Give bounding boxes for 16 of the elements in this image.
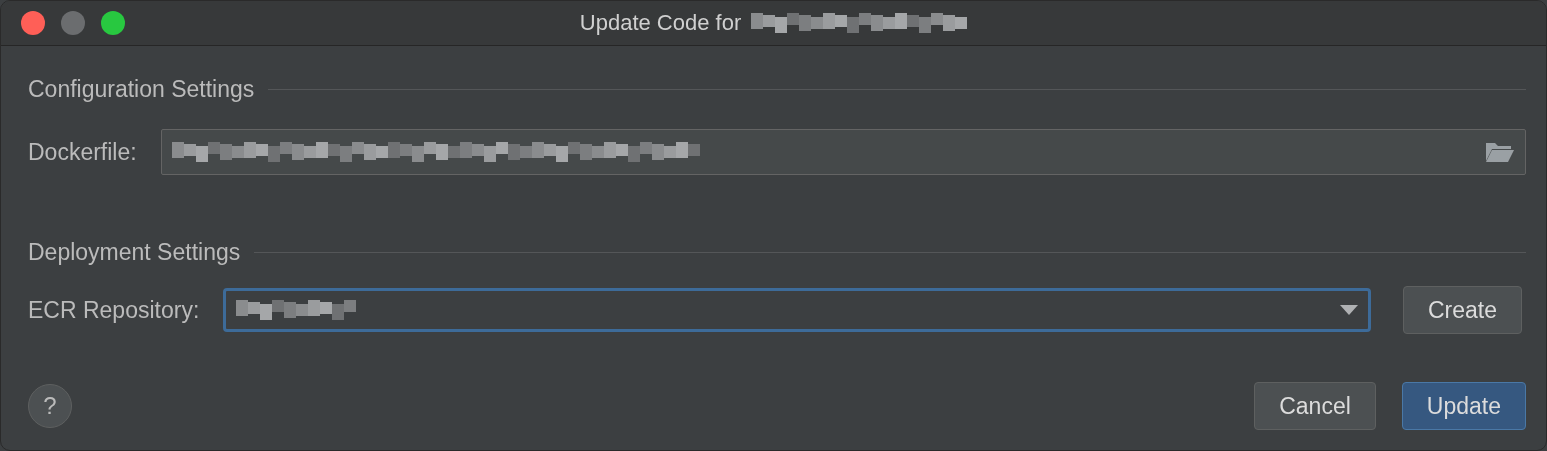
combo-box[interactable]	[223, 288, 1371, 332]
help-button[interactable]: ?	[28, 384, 72, 428]
window-title: Update Code for	[579, 10, 742, 36]
path-field[interactable]	[160, 129, 1526, 175]
minimize-button[interactable]	[61, 11, 85, 35]
create-button[interactable]: Create	[1402, 286, 1522, 334]
close-button[interactable]	[21, 11, 45, 35]
cancel-button[interactable]: Cancel	[1254, 382, 1376, 430]
folder-icon[interactable]	[1485, 141, 1515, 163]
field-label: Dockerfile:	[28, 138, 137, 166]
section-title: Configuration Settings	[28, 76, 255, 103]
zoom-button[interactable]	[101, 11, 125, 35]
update-button[interactable]: Update	[1401, 382, 1526, 430]
field-label: ECR Repository:	[28, 296, 200, 324]
dropdown-arrow-icon[interactable]	[1339, 305, 1358, 315]
section-title: Deployment Settings	[28, 239, 241, 266]
